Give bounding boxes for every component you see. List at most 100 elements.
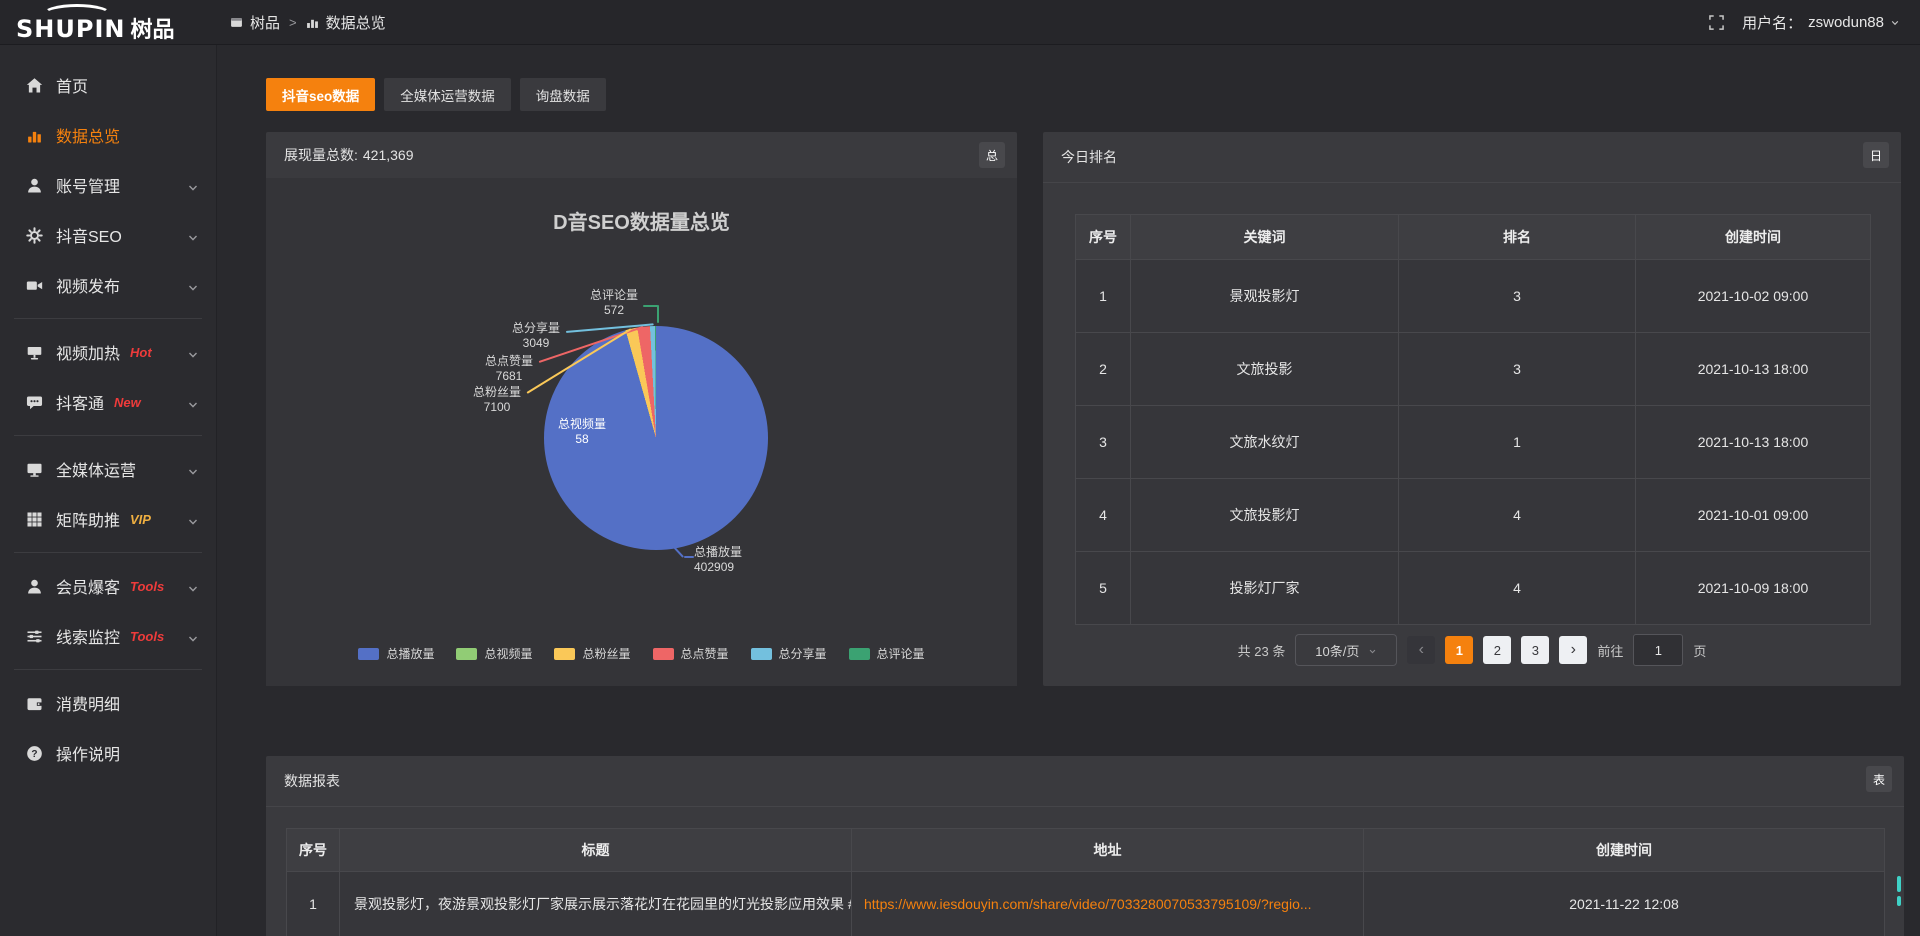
sidebar-item-member-burst[interactable]: 会员爆客Tools xyxy=(0,561,216,611)
sidebar-item-badge: Tools xyxy=(130,629,164,644)
legend-label: 总分享量 xyxy=(779,645,827,662)
chat-icon xyxy=(26,394,43,411)
ranking-row: 2文旅投影32021-10-13 18:00 xyxy=(1076,333,1871,406)
pie-label-fans: 总粉丝量 7100 xyxy=(457,385,537,415)
report-panel: 数据报表 表 序号标题地址创建时间 1景观投影灯，夜游景观投影灯厂家展示展示落花… xyxy=(266,756,1904,936)
grid-icon xyxy=(26,511,43,528)
column-header: 序号 xyxy=(287,829,340,872)
page-size-select[interactable]: 10条/页 xyxy=(1295,634,1397,666)
leader-line xyxy=(657,305,659,323)
sidebar-item-douketong[interactable]: 抖客通New xyxy=(0,377,216,427)
ranking-row: 5投影灯厂家42021-10-09 18:00 xyxy=(1076,552,1871,625)
column-header: 创建时间 xyxy=(1636,215,1871,260)
wallet-icon xyxy=(26,695,43,712)
username: zswodun88 xyxy=(1808,14,1884,31)
table-header-row: 序号关键词排名创建时间 xyxy=(1076,215,1871,260)
sidebar-item-expense-detail[interactable]: 消费明细 xyxy=(0,678,216,728)
user-menu[interactable]: 用户名：zswodun88 xyxy=(1742,12,1900,33)
sidebar: 首页数据总览账号管理抖音SEO 视频发布视频加热Hot抖客通New 全媒体运营矩阵助… xyxy=(0,44,217,936)
legend-swatch xyxy=(849,648,870,660)
page-button-3[interactable]: 3 xyxy=(1521,636,1549,664)
logo-cn: 树品 xyxy=(130,18,174,43)
sidebar-item-matrix-boost[interactable]: 矩阵助推VIP xyxy=(0,494,216,544)
chevron-down-icon xyxy=(188,397,198,415)
table-cell: 4 xyxy=(1076,479,1131,552)
chart-title: D音SEO数据量总览 xyxy=(266,206,1017,235)
overview-panel: 展现量总数: 421,369 总 D音SEO数据量总览 总评论量 572 总分享… xyxy=(266,132,1017,686)
sidebar-divider xyxy=(14,552,202,553)
goto-page-input[interactable] xyxy=(1633,634,1683,666)
pie-label-videos: 总视频量 58 xyxy=(542,417,622,447)
impressions-total-value: 421,369 xyxy=(363,147,414,163)
sidebar-item-home[interactable]: 首页 xyxy=(0,60,216,110)
legend-swatch xyxy=(653,648,674,660)
sidebar-item-label: 视频发布 xyxy=(56,273,120,297)
goto-label: 前往 xyxy=(1597,641,1623,660)
pie-label-name: 总粉丝量 xyxy=(473,385,521,399)
column-header: 地址 xyxy=(852,829,1364,872)
sliders-icon xyxy=(26,628,43,645)
sidebar-item-clue-monitor[interactable]: 线索监控 Tools xyxy=(0,611,216,661)
daily-view-button[interactable]: 日 xyxy=(1863,142,1889,168)
logo-en: SHUPIN xyxy=(16,15,125,43)
sidebar-item-overview[interactable]: 数据总览 xyxy=(0,110,216,160)
ranking-row: 1景观投影灯32021-10-02 09:00 xyxy=(1076,260,1871,333)
table-cell: 景观投影灯，夜游景观投影灯厂家展示展示落花灯在花园里的灯光投影应用效果 # xyxy=(340,872,852,936)
pie-label-comments: 总评论量 572 xyxy=(574,288,654,318)
next-page-button[interactable]: › xyxy=(1559,636,1587,664)
legend-item[interactable]: 总评论量 xyxy=(849,645,925,662)
page-size-value: 10条/页 xyxy=(1315,641,1359,660)
breadcrumb-separator: > xyxy=(289,15,297,30)
top-header: SHUPIN树品 树品 > 数据总览 用户名：zswodun88 xyxy=(0,0,1920,45)
sidebar-item-account[interactable]: 账号管理 xyxy=(0,160,216,210)
data-tabs: 抖音seo数据全媒体运营数据询盘数据 xyxy=(266,78,606,111)
sidebar-item-video-publish[interactable]: 视频发布 xyxy=(0,260,216,310)
sidebar-item-label: 首页 xyxy=(56,73,88,97)
table-cell: 1 xyxy=(287,872,340,936)
page-button-2[interactable]: 2 xyxy=(1483,636,1511,664)
legend-item[interactable]: 总粉丝量 xyxy=(554,645,630,662)
scrollbar-thumb[interactable] xyxy=(1897,876,1901,910)
column-header: 序号 xyxy=(1076,215,1131,260)
sidebar-item-label: 线索监控 xyxy=(56,624,120,648)
legend-label: 总粉丝量 xyxy=(582,645,630,662)
breadcrumb-root[interactable]: 树品 xyxy=(250,12,280,33)
total-view-button[interactable]: 总 xyxy=(979,142,1005,168)
page-button-1[interactable]: 1 xyxy=(1445,636,1473,664)
tab-media-ops-data[interactable]: 全媒体运营数据 xyxy=(384,78,511,111)
app-root: SHUPIN树品 树品 > 数据总览 用户名：zswodun88 xyxy=(0,0,1920,936)
sidebar-item-media-ops[interactable]: 全媒体运营 xyxy=(0,444,216,494)
legend-item[interactable]: 总视频量 xyxy=(456,645,532,662)
app-window-icon xyxy=(230,16,243,29)
sidebar-divider xyxy=(14,435,202,436)
legend-item[interactable]: 总点赞量 xyxy=(653,645,729,662)
sidebar-item-douyin-seo[interactable]: 抖音SEO xyxy=(0,210,216,260)
tab-douyin-seo-data[interactable]: 抖音seo数据 xyxy=(266,78,375,111)
chevron-down-icon xyxy=(188,280,198,298)
sidebar-item-video-heat[interactable]: 视频加热Hot xyxy=(0,327,216,377)
table-view-button[interactable]: 表 xyxy=(1866,766,1892,792)
prev-page-button[interactable]: ‹ xyxy=(1407,636,1435,664)
legend-label: 总点赞量 xyxy=(681,645,729,662)
report-link[interactable]: https://www.iesdouyin.com/share/video/70… xyxy=(852,872,1364,936)
breadcrumb-current[interactable]: 数据总览 xyxy=(326,12,386,33)
tab-inquiry-data[interactable]: 询盘数据 xyxy=(520,78,606,111)
brand-logo: SHUPIN树品 xyxy=(0,0,217,44)
report-panel-title: 数据报表 xyxy=(284,771,340,791)
column-header: 标题 xyxy=(340,829,852,872)
sidebar-item-label: 数据总览 xyxy=(56,123,120,147)
impressions-total-label: 展现量总数: xyxy=(284,145,358,165)
fullscreen-icon[interactable] xyxy=(1709,15,1724,30)
monitor-icon xyxy=(26,461,43,478)
pagination: 共 23 条 10条/页 ‹ 123 › 前往 页 xyxy=(1043,634,1901,666)
legend-item[interactable]: 总分享量 xyxy=(751,645,827,662)
legend-item[interactable]: 总播放量 xyxy=(358,645,434,662)
sidebar-item-instructions[interactable]: ?操作说明 xyxy=(0,728,216,778)
table-cell: 3 xyxy=(1076,406,1131,479)
legend-swatch xyxy=(456,648,477,660)
table-cell: 3 xyxy=(1399,333,1636,406)
table-cell: 2021-11-22 12:08 xyxy=(1364,872,1885,936)
page-buttons: 123 xyxy=(1445,636,1549,664)
pie-label-shares: 总分享量 3049 xyxy=(496,321,576,351)
legend-label: 总评论量 xyxy=(877,645,925,662)
